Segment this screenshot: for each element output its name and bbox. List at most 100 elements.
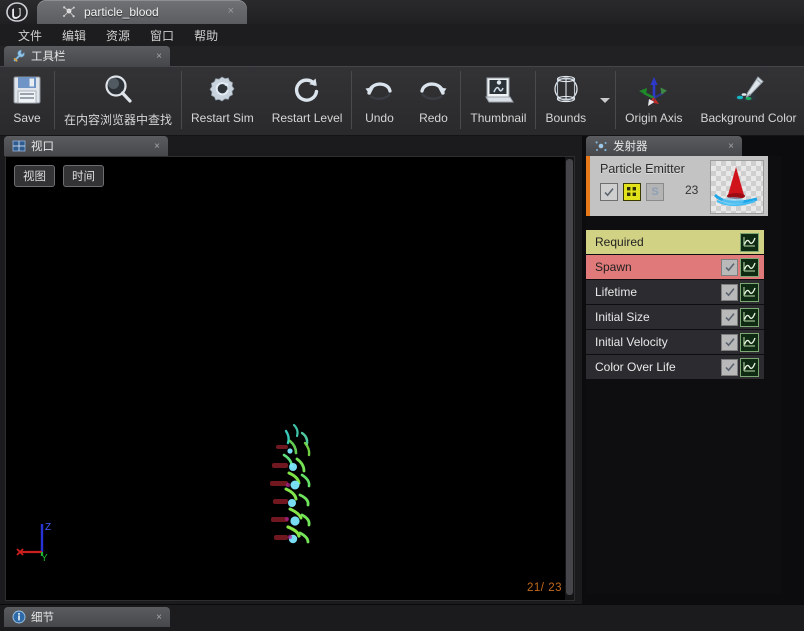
emitter-particle-count: 23 <box>685 183 699 197</box>
module-enabled-checkbox[interactable] <box>721 308 738 326</box>
find-in-content-browser-label: 在内容浏览器中查找 <box>64 113 173 127</box>
module-enabled-checkbox[interactable] <box>721 283 738 301</box>
redo-arrow-icon <box>415 72 451 108</box>
floppy-disk-icon <box>9 72 45 108</box>
emitter-enabled-toggle[interactable] <box>600 183 618 201</box>
viewport-scrollbar-thumb[interactable] <box>566 159 573 595</box>
module-label: Initial Velocity <box>595 335 668 349</box>
module-curve-icon[interactable] <box>740 357 759 377</box>
module-curve-icon[interactable] <box>740 332 759 352</box>
module-curve-icon[interactable] <box>740 232 759 252</box>
redo-label: Redo <box>419 111 448 125</box>
particle-system-render <box>264 415 344 550</box>
info-icon <box>12 610 26 624</box>
module-curve-icon[interactable] <box>740 257 759 277</box>
viewport-time-button[interactable]: 时间 <box>63 165 104 187</box>
grid-icon <box>627 187 636 196</box>
emitter-icon <box>594 139 608 153</box>
background-color-button[interactable]: Background Color <box>692 67 804 138</box>
toolbar-row: Save 在内容浏览器中查找 Restart Sim Restart Level… <box>0 66 804 136</box>
viewport-view-button[interactable]: 视图 <box>14 165 55 187</box>
toolbar-panel: 工具栏 × Save 在内容浏览器中查找 Restart Sim Restart… <box>0 46 804 136</box>
module-curve-icon[interactable] <box>740 307 759 327</box>
thumbnail-button[interactable]: Thumbnail <box>461 67 535 138</box>
save-button[interactable]: Save <box>0 67 54 138</box>
toolbar-panel-tab-label: 工具栏 <box>31 51 66 63</box>
menu-file[interactable]: 文件 <box>8 25 52 46</box>
viewport-scrollbar[interactable] <box>565 157 574 600</box>
emitter-thumbnail[interactable] <box>710 160 764 214</box>
restart-sim-button[interactable]: Restart Sim <box>182 67 263 138</box>
document-tab-label: particle_blood <box>84 5 159 19</box>
module-curve-icon[interactable] <box>740 282 759 302</box>
undo-arrow-icon <box>361 72 397 108</box>
module-label: Initial Size <box>595 310 650 324</box>
emitter-toggle-group: S <box>600 183 664 201</box>
module-label: Color Over Life <box>595 360 676 374</box>
undo-label: Undo <box>365 111 394 125</box>
module-enabled-checkbox[interactable] <box>721 258 738 276</box>
bounds-button[interactable]: Bounds <box>536 67 595 138</box>
module-label: Required <box>595 235 644 249</box>
restart-level-label: Restart Level <box>271 111 343 125</box>
module-row-color-over-life[interactable]: Color Over Life <box>586 355 764 379</box>
module-enabled-checkbox[interactable] <box>721 358 738 376</box>
save-button-label: Save <box>13 111 41 125</box>
paintbrush-icon <box>731 72 767 108</box>
bounds-dropdown-button[interactable] <box>595 67 615 133</box>
emitter-panel-tab[interactable]: 发射器 × <box>586 136 742 156</box>
emitter-title: Particle Emitter <box>600 162 685 176</box>
viewport-axis-gizmo: Z Y <box>14 516 64 564</box>
document-tab-close-icon[interactable]: × <box>228 5 234 17</box>
toolbar-panel-close-icon[interactable]: × <box>130 51 162 62</box>
unreal-particle-editor-window: particle_blood × 文件 编辑 资源 窗口 帮助 工具栏 × Sa… <box>0 0 804 631</box>
module-row-initial-size[interactable]: Initial Size <box>586 305 764 329</box>
emitter-solo-toggle[interactable]: S <box>646 183 664 201</box>
menu-window[interactable]: 窗口 <box>140 25 184 46</box>
module-enabled-checkbox[interactable] <box>721 333 738 351</box>
details-panel-close-icon[interactable]: × <box>130 612 162 623</box>
thumbnail-frame-icon <box>480 72 516 108</box>
viewport-panel: 视口 × 视图 时间 Z Y 21/ 23 <box>0 136 578 604</box>
viewport-panel-tab[interactable]: 视口 × <box>4 136 168 156</box>
emitter-panel: 发射器 × Particle Emitter S 23 Required Spa… <box>582 136 804 604</box>
viewport-canvas[interactable]: 视图 时间 Z Y 21/ 23 <box>5 156 575 601</box>
undo-button[interactable]: Undo <box>352 67 406 138</box>
gear-restart-icon <box>204 72 240 108</box>
module-list: Required Spawn Lifetime Initial Size Ini… <box>586 230 764 380</box>
document-tab-particle-blood[interactable]: particle_blood × <box>37 0 247 24</box>
module-row-lifetime[interactable]: Lifetime <box>586 280 764 304</box>
restart-level-button[interactable]: Restart Level <box>263 67 352 138</box>
particle-system-icon <box>61 4 77 20</box>
emitter-panel-tab-label: 发射器 <box>613 141 648 153</box>
find-in-content-browser-button[interactable]: 在内容浏览器中查找 <box>55 67 181 138</box>
module-row-initial-velocity[interactable]: Initial Velocity <box>586 330 764 354</box>
module-row-required[interactable]: Required <box>586 230 764 254</box>
emitter-header-card[interactable]: Particle Emitter S 23 <box>586 156 768 216</box>
redo-button[interactable]: Redo <box>406 67 460 138</box>
svg-text:Z: Z <box>45 522 51 533</box>
module-label: Spawn <box>595 260 632 274</box>
details-panel: 细节 × <box>0 605 804 631</box>
unreal-engine-logo-icon <box>2 1 32 23</box>
details-panel-tab[interactable]: 细节 × <box>4 607 170 627</box>
module-label: Lifetime <box>595 285 638 299</box>
emitter-panel-close-icon[interactable]: × <box>702 141 734 152</box>
emitter-stage: Particle Emitter S 23 Required Spawn Lif… <box>586 156 782 594</box>
emitter-solo-grid-toggle[interactable] <box>623 183 641 201</box>
origin-axis-button[interactable]: Origin Axis <box>616 67 691 138</box>
origin-axis-label: Origin Axis <box>625 111 683 125</box>
particle-counter: 21/ 23 <box>527 582 562 594</box>
viewport-panel-close-icon[interactable]: × <box>128 141 160 152</box>
chevron-down-icon <box>599 91 611 109</box>
menu-edit[interactable]: 编辑 <box>52 25 96 46</box>
module-row-spawn[interactable]: Spawn <box>586 255 764 279</box>
toolbar-panel-tab[interactable]: 工具栏 × <box>4 46 170 66</box>
menu-asset[interactable]: 资源 <box>96 25 140 46</box>
circular-arrow-icon <box>289 72 325 108</box>
wrench-icon <box>12 49 26 63</box>
restart-sim-label: Restart Sim <box>191 111 254 125</box>
background-color-label: Background Color <box>700 111 797 125</box>
viewport-toolbar: 视图 时间 <box>14 165 104 187</box>
menu-help[interactable]: 帮助 <box>184 25 228 46</box>
